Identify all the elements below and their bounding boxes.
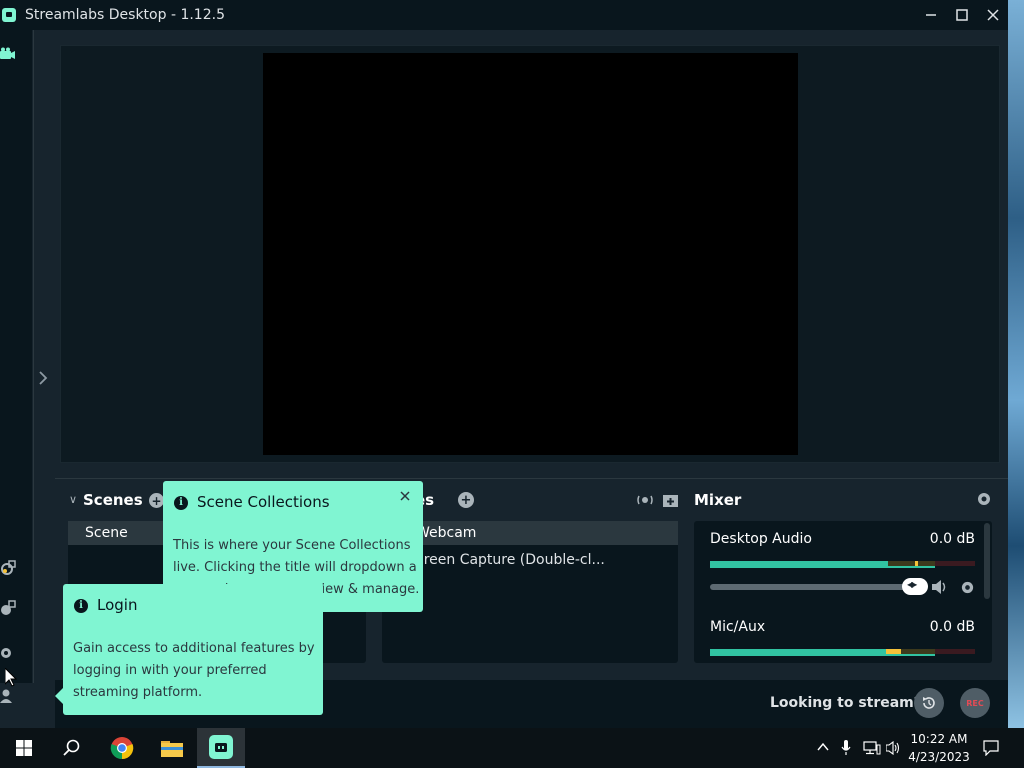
scenes-title[interactable]: Scenes (83, 491, 143, 509)
close-button[interactable] (977, 0, 1008, 30)
title-bar: Streamlabs Desktop - 1.12.5 (0, 0, 1008, 30)
desktop-audio-volume-thumb[interactable] (902, 578, 928, 595)
sidebar-divider (33, 30, 34, 683)
mic-aux-level: 0.0 dB (929, 619, 975, 635)
taskbar-streamlabs-button[interactable] (197, 728, 245, 768)
add-scene-button[interactable]: + (149, 493, 164, 508)
file-explorer-icon (161, 741, 183, 757)
settings-icon[interactable] (0, 645, 16, 661)
maximize-button[interactable] (946, 0, 977, 30)
studio-icon[interactable] (0, 47, 16, 63)
looking-to-stream-text: Looking to stream? (770, 695, 922, 711)
streamlabs-logo-icon (2, 8, 16, 22)
source-item-webcam[interactable]: Webcam (382, 521, 678, 545)
login-tooltip-arrow (55, 688, 63, 704)
add-folder-icon[interactable] (663, 493, 678, 508)
taskbar-search-button[interactable] (48, 728, 96, 768)
login-tooltip-body: Gain access to additional features by lo… (73, 641, 315, 700)
network-icon[interactable] (863, 741, 881, 755)
microphone-icon[interactable] (841, 740, 851, 756)
info-icon: i (74, 599, 88, 613)
window-controls (915, 0, 1008, 30)
expand-sidebar-chevron-icon[interactable] (37, 368, 49, 388)
desktop-audio-mute-icon[interactable] (932, 580, 948, 594)
sidebar (0, 30, 32, 703)
start-button[interactable] (0, 728, 48, 768)
mixer-title: Mixer (694, 491, 742, 509)
desktop-audio-peak-line (710, 566, 935, 568)
preview-canvas[interactable] (263, 53, 798, 455)
close-icon[interactable] (400, 491, 410, 501)
widget-icon[interactable] (0, 600, 16, 616)
source-settings-icon[interactable] (637, 493, 653, 507)
app-window: Streamlabs Desktop - 1.12.5 ∨ Scenes + S… (0, 0, 1008, 728)
notifications-icon[interactable] (983, 740, 999, 756)
minimize-button[interactable] (915, 0, 946, 30)
volume-icon[interactable] (886, 741, 902, 755)
login-tooltip: i Login Gain access to additional featur… (63, 584, 323, 715)
mic-aux-peak-line (710, 654, 935, 656)
desktop-wallpaper (1008, 0, 1024, 728)
add-source-button[interactable]: + (458, 492, 474, 508)
tray-overflow-chevron-icon[interactable] (817, 742, 829, 752)
minimize-icon (925, 14, 936, 16)
replay-buffer-button[interactable] (914, 688, 944, 718)
replay-icon (923, 697, 935, 709)
maximize-icon (955, 9, 968, 21)
streamlabs-icon (209, 735, 233, 759)
mic-aux-label: Mic/Aux (710, 619, 766, 635)
taskbar-chrome-button[interactable] (98, 728, 146, 768)
window-title: Streamlabs Desktop - 1.12.5 (25, 7, 225, 23)
start-icon (16, 740, 32, 756)
taskbar-clock-date[interactable]: 4/23/2023 (906, 750, 972, 764)
taskbar-clock-time[interactable]: 10:22 AM (906, 732, 972, 746)
account-icon[interactable] (0, 688, 16, 704)
overlay-icon[interactable] (0, 560, 16, 576)
desktop-audio-level: 0.0 dB (929, 531, 975, 547)
mixer-settings-gear-icon[interactable] (976, 491, 992, 507)
search-icon (63, 739, 80, 756)
scene-collection-chevron-icon[interactable]: ∨ (69, 493, 77, 506)
record-button[interactable]: REC (960, 688, 990, 718)
mouse-cursor-icon (5, 668, 17, 687)
mixer-scrollbar[interactable] (984, 523, 990, 599)
desktop-audio-label: Desktop Audio (710, 531, 812, 547)
source-item-screen-capture[interactable]: creen Capture (Double-cl... (382, 548, 678, 572)
scene-collections-tooltip-title: Scene Collections (197, 493, 330, 511)
chrome-icon (110, 737, 134, 760)
login-tooltip-title: Login (97, 596, 138, 614)
desktop-audio-volume-slider[interactable] (710, 584, 915, 590)
close-icon (986, 9, 999, 21)
desktop-audio-settings-gear-icon[interactable] (960, 580, 975, 595)
taskbar-file-explorer-button[interactable] (148, 728, 196, 768)
info-icon: i (174, 496, 188, 510)
